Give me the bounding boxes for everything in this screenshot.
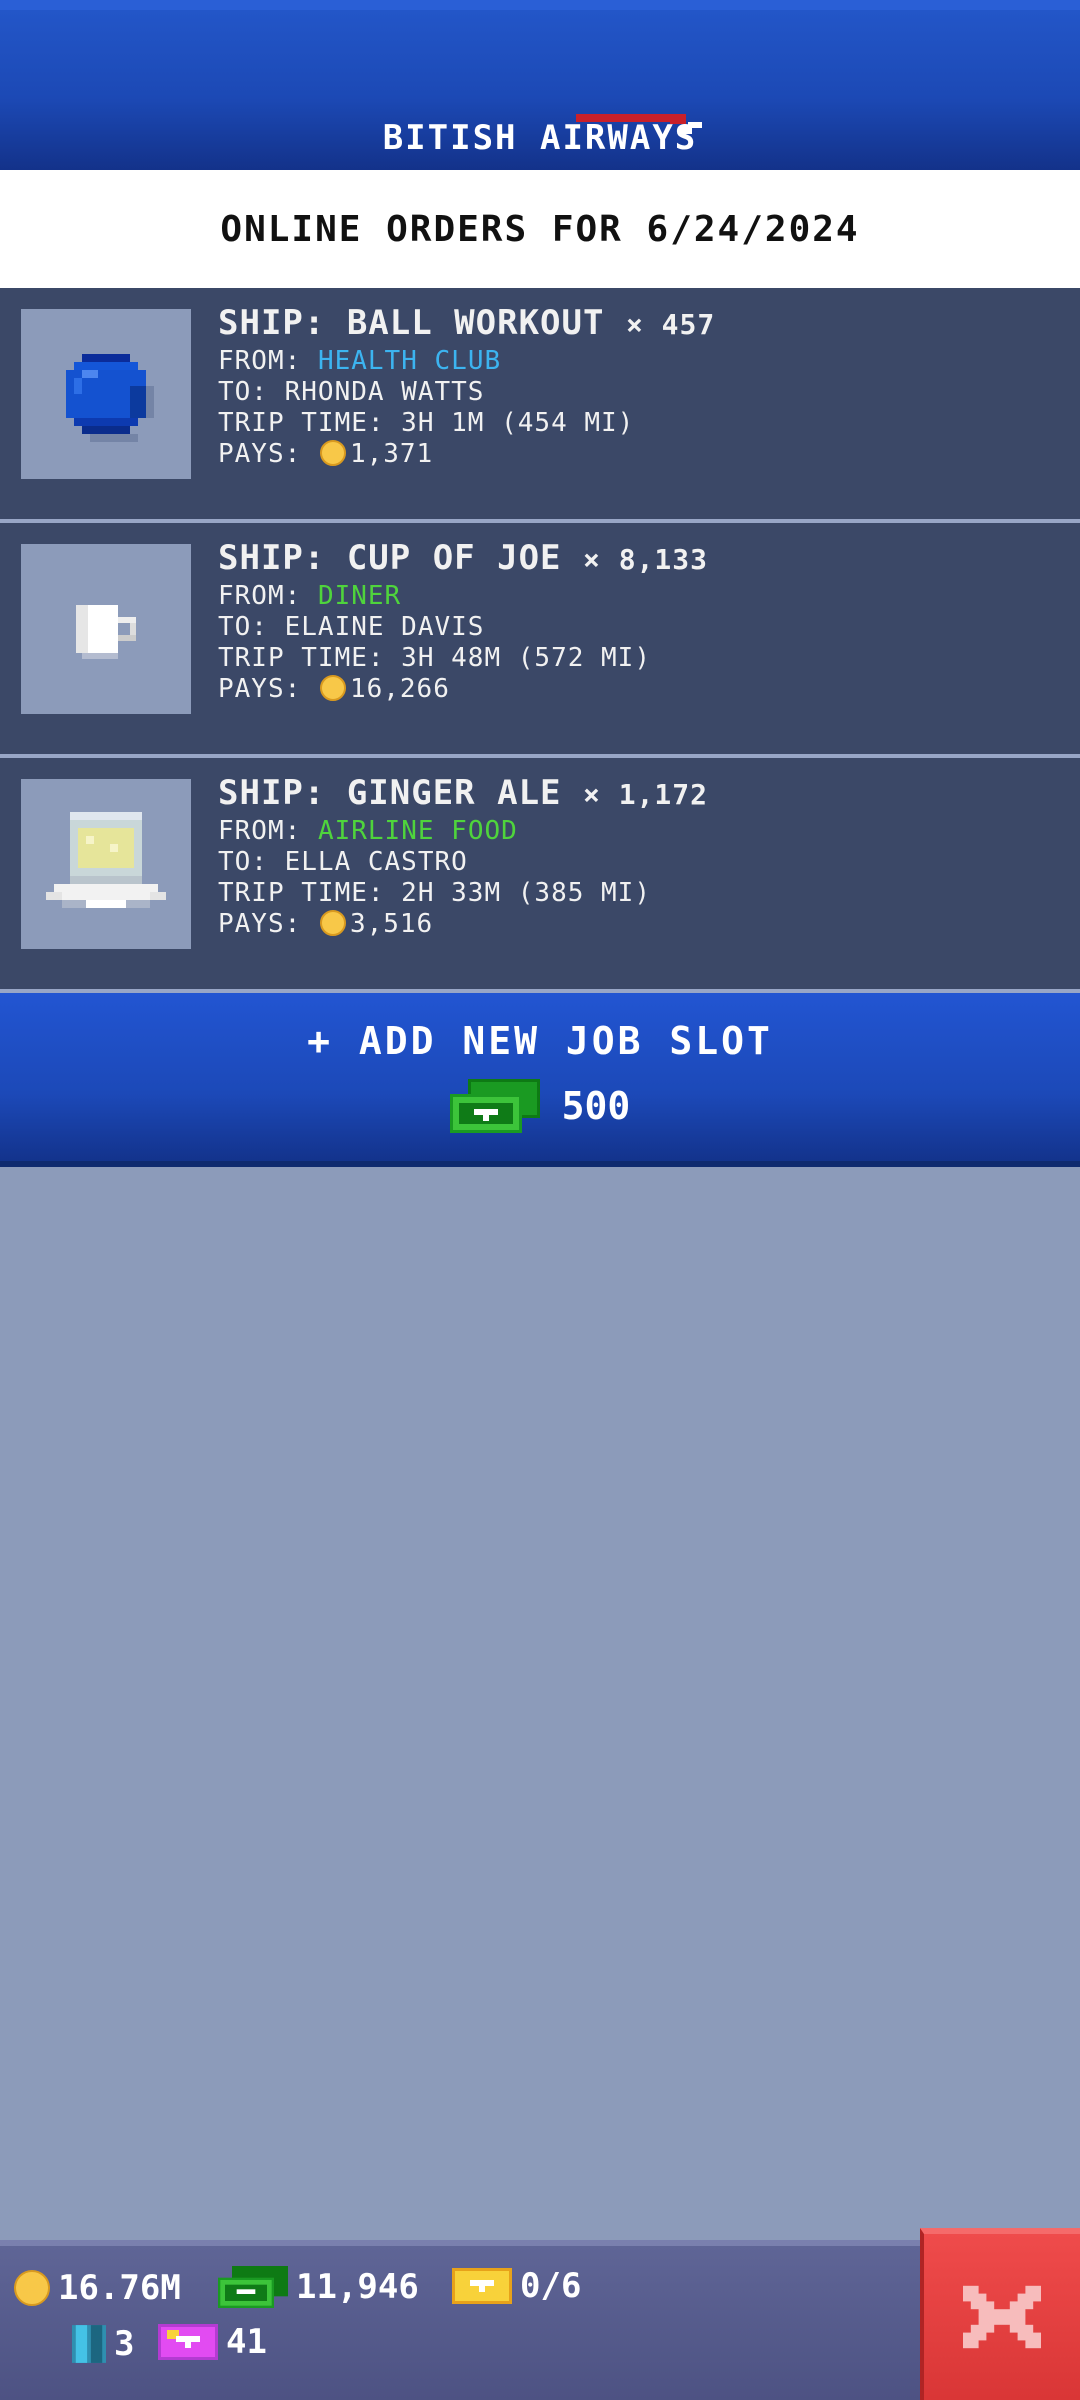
job-ship-title: SHIP: CUP OF JOE bbox=[218, 538, 562, 578]
job-quantity: × 8,133 bbox=[583, 543, 709, 576]
job-from-source: HEALTH CLUB bbox=[317, 346, 502, 376]
job-recipient: TO: ELLA CASTRO bbox=[218, 847, 468, 877]
job-from-label: FROM: bbox=[218, 346, 302, 376]
vip-ticket-icon bbox=[158, 2324, 218, 2360]
job-from-source: AIRLINE FOOD bbox=[317, 816, 518, 846]
elevators-stat[interactable]: 3 bbox=[72, 2324, 134, 2364]
close-x-icon bbox=[963, 2285, 1041, 2349]
elevator-icon bbox=[72, 2325, 106, 2363]
job-card[interactable]: SHIP: BALL WORKOUT × 457 FROM: HEALTH CL… bbox=[0, 288, 1080, 523]
golden-ticket-icon bbox=[452, 2268, 512, 2304]
job-ship-title: SHIP: GINGER ALE bbox=[218, 773, 562, 813]
job-trip-time: TRIP TIME: 3H 48M (572 MI) bbox=[218, 643, 651, 673]
job-from-source: DINER bbox=[317, 581, 402, 611]
blue-ball-icon bbox=[66, 354, 154, 442]
coffee-cup-icon bbox=[76, 605, 136, 659]
tickets-value: 0/6 bbox=[520, 2266, 582, 2306]
job-card[interactable]: SHIP: GINGER ALE × 1,172 FROM: AIRLINE F… bbox=[0, 758, 1080, 993]
coin-icon bbox=[319, 440, 346, 466]
job-list: SHIP: BALL WORKOUT × 457 FROM: HEALTH CL… bbox=[0, 288, 1080, 993]
job-quantity: × 1,172 bbox=[583, 778, 709, 811]
add-job-slot-cost: 500 bbox=[561, 1084, 631, 1128]
vip-value: 41 bbox=[226, 2322, 267, 2362]
coins-stat[interactable]: 16.76M bbox=[14, 2268, 181, 2308]
job-pays-label: PAYS: bbox=[218, 909, 302, 939]
add-job-slot-button[interactable]: + ADD NEW JOB SLOT 500 bbox=[0, 993, 1080, 1167]
job-trip-time: TRIP TIME: 3H 1M (454 MI) bbox=[218, 408, 635, 438]
job-trip-time: TRIP TIME: 2H 33M (385 MI) bbox=[218, 878, 651, 908]
coin-icon bbox=[14, 2270, 50, 2306]
coin-icon bbox=[319, 675, 346, 701]
job-item-thumbnail bbox=[21, 779, 191, 949]
job-quantity: × 457 bbox=[625, 308, 716, 341]
job-item-thumbnail bbox=[21, 309, 191, 479]
job-pay-amount: 3,516 bbox=[349, 909, 434, 939]
status-bar: 16.76M 11,946 0/6 3 41 bbox=[0, 2240, 1080, 2400]
job-pay-amount: 16,266 bbox=[349, 674, 450, 704]
bux-value: 11,946 bbox=[296, 2267, 419, 2307]
job-recipient: TO: ELAINE DAVIS bbox=[218, 612, 485, 642]
close-button[interactable] bbox=[920, 2228, 1080, 2400]
job-from-label: FROM: bbox=[218, 581, 302, 611]
add-job-slot-label: + ADD NEW JOB SLOT bbox=[307, 1019, 773, 1063]
job-pays-label: PAYS: bbox=[218, 674, 302, 704]
job-pays-label: PAYS: bbox=[218, 439, 302, 469]
header-bar: BITISH AIRWAYS bbox=[0, 0, 1080, 170]
elevators-value: 3 bbox=[114, 2324, 135, 2364]
coin-icon bbox=[319, 910, 346, 936]
job-item-thumbnail bbox=[21, 544, 191, 714]
job-from-label: FROM: bbox=[218, 816, 302, 846]
job-card[interactable]: SHIP: CUP OF JOE × 8,133 FROM: DINER TO:… bbox=[0, 523, 1080, 758]
job-pay-amount: 1,371 bbox=[349, 439, 434, 469]
coins-value: 16.76M bbox=[58, 2268, 181, 2308]
job-ship-title: SHIP: BALL WORKOUT bbox=[218, 303, 605, 343]
orders-date-banner: ONLINE ORDERS FOR 6/24/2024 bbox=[0, 170, 1080, 288]
bux-icon bbox=[218, 2266, 288, 2308]
job-recipient: TO: RHONDA WATTS bbox=[218, 377, 485, 407]
tickets-stat[interactable]: 0/6 bbox=[452, 2266, 581, 2306]
bux-icon bbox=[449, 1079, 540, 1133]
ginger-ale-glass-icon bbox=[46, 812, 166, 908]
vip-stat[interactable]: 41 bbox=[158, 2322, 267, 2362]
airline-title: BITISH AIRWAYS bbox=[382, 118, 698, 158]
bux-stat[interactable]: 11,946 bbox=[218, 2266, 419, 2308]
